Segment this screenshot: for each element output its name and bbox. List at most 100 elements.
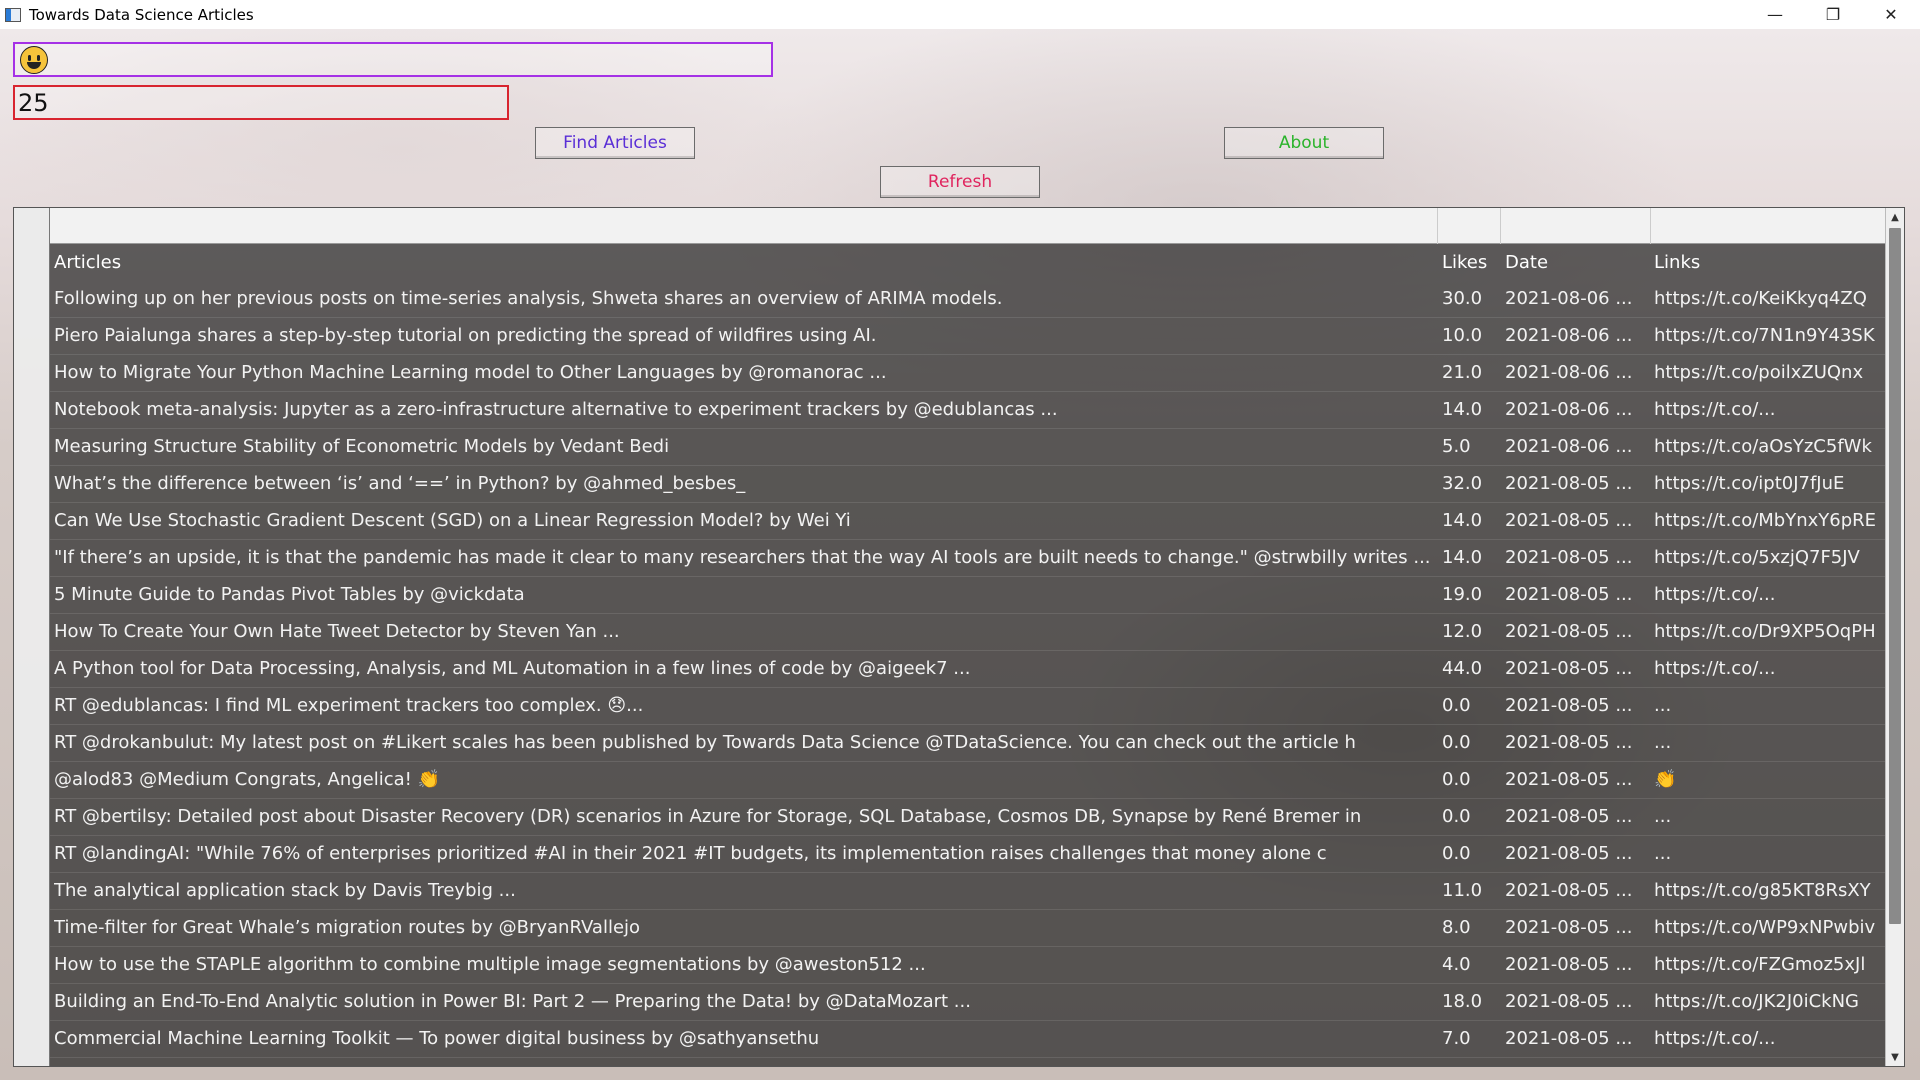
about-button[interactable]: About bbox=[1224, 127, 1384, 159]
link-cell[interactable]: https://t.co/... bbox=[1654, 658, 1882, 679]
article-cell[interactable]: Can We Use Stochastic Gradient Descent (… bbox=[54, 510, 1434, 531]
table-row[interactable]: How to Migrate Your Python Machine Learn… bbox=[50, 355, 1887, 392]
table-row[interactable]: Time-filter for Great Whale’s migration … bbox=[50, 910, 1887, 947]
column-header-articles[interactable]: Articles bbox=[54, 252, 1434, 273]
article-cell[interactable]: A Python tool for Data Processing, Analy… bbox=[54, 658, 1434, 679]
likes-cell[interactable]: 14.0 bbox=[1442, 547, 1500, 568]
table-row[interactable]: A Python tool for Data Processing, Analy… bbox=[50, 651, 1887, 688]
link-cell[interactable]: https://t.co/ipt0J7fJuE bbox=[1654, 473, 1882, 494]
table-row[interactable]: @alod83 @Medium Congrats, Angelica! 👏 0.0… bbox=[50, 762, 1887, 799]
table-row[interactable]: RT @landingAI: "While 76% of enterprises… bbox=[50, 836, 1887, 873]
article-cell[interactable]: How to use the STAPLE algorithm to combi… bbox=[54, 954, 1434, 975]
date-cell[interactable]: 2021-08-05 ... bbox=[1505, 584, 1645, 605]
link-cell[interactable]: https://t.co/... bbox=[1654, 584, 1882, 605]
date-cell[interactable]: 2021-08-05 ... bbox=[1505, 991, 1645, 1012]
date-cell[interactable]: 2021-08-06 ... bbox=[1505, 362, 1645, 383]
likes-cell[interactable]: 18.0 bbox=[1442, 991, 1500, 1012]
column-header-date[interactable]: Date bbox=[1505, 252, 1645, 273]
article-cell[interactable]: RT @drokanbulut: My latest post on #Like… bbox=[54, 732, 1434, 753]
link-cell[interactable]: ... bbox=[1654, 695, 1882, 716]
date-cell[interactable]: 2021-08-05 ... bbox=[1505, 658, 1645, 679]
scroll-up-arrow-icon[interactable]: ▲ bbox=[1886, 208, 1904, 226]
article-cell[interactable]: Following up on her previous posts on ti… bbox=[54, 288, 1434, 309]
date-cell[interactable]: 2021-08-05 ... bbox=[1505, 806, 1645, 827]
date-cell[interactable]: 2021-08-05 ... bbox=[1505, 547, 1645, 568]
link-cell[interactable]: https://t.co/WP9xNPwbiv bbox=[1654, 917, 1882, 938]
article-cell[interactable]: 5 Minute Guide to Pandas Pivot Tables by… bbox=[54, 584, 1434, 605]
likes-cell[interactable]: 11.0 bbox=[1442, 880, 1500, 901]
restore-button[interactable]: ❐ bbox=[1804, 0, 1862, 29]
likes-cell[interactable]: 0.0 bbox=[1442, 843, 1500, 864]
article-cell[interactable]: RT @bertilsy: Detailed post about Disast… bbox=[54, 806, 1434, 827]
scrollbar-thumb[interactable] bbox=[1889, 228, 1901, 924]
count-input[interactable]: 25 bbox=[13, 85, 509, 120]
likes-cell[interactable]: 12.0 bbox=[1442, 621, 1500, 642]
refresh-button[interactable]: Refresh bbox=[880, 166, 1040, 198]
table-row[interactable]: Commercial Machine Learning Toolkit — To… bbox=[50, 1021, 1887, 1058]
likes-cell[interactable]: 8.0 bbox=[1442, 917, 1500, 938]
link-cell[interactable]: https://t.co/JK2J0iCkNG bbox=[1654, 991, 1882, 1012]
article-cell[interactable]: Time-filter for Great Whale’s migration … bbox=[54, 917, 1434, 938]
table-row[interactable]: Following up on her previous posts on ti… bbox=[50, 281, 1887, 318]
table-row[interactable]: RT @drokanbulut: My latest post on #Like… bbox=[50, 725, 1887, 762]
link-cell[interactable]: https://t.co/KeiKkyq4ZQ bbox=[1654, 288, 1882, 309]
date-cell[interactable]: 2021-08-05 ... bbox=[1505, 510, 1645, 531]
article-cell[interactable]: Commercial Machine Learning Toolkit — To… bbox=[54, 1028, 1434, 1049]
link-cell[interactable]: https://t.co/... bbox=[1654, 399, 1882, 420]
date-cell[interactable]: 2021-08-05 ... bbox=[1505, 954, 1645, 975]
article-cell[interactable]: How To Create Your Own Hate Tweet Detect… bbox=[54, 621, 1434, 642]
date-cell[interactable]: 2021-08-05 ... bbox=[1505, 769, 1645, 790]
column-header-links[interactable]: Links bbox=[1654, 252, 1882, 273]
date-cell[interactable]: 2021-08-06 ... bbox=[1505, 436, 1645, 457]
likes-cell[interactable]: 21.0 bbox=[1442, 362, 1500, 383]
article-cell[interactable]: The analytical application stack by Davi… bbox=[54, 880, 1434, 901]
link-cell[interactable]: ... bbox=[1654, 732, 1882, 753]
article-cell[interactable]: @alod83 @Medium Congrats, Angelica! 👏 bbox=[54, 769, 1434, 790]
article-cell[interactable]: Piero Paialunga shares a step-by-step tu… bbox=[54, 325, 1434, 346]
likes-cell[interactable]: 0.0 bbox=[1442, 806, 1500, 827]
date-cell[interactable]: 2021-08-05 ... bbox=[1505, 917, 1645, 938]
table-row[interactable]: Can We Use Stochastic Gradient Descent (… bbox=[50, 503, 1887, 540]
table-row[interactable]: Measuring Structure Stability of Econome… bbox=[50, 429, 1887, 466]
link-cell[interactable]: https://t.co/7N1n9Y43SK bbox=[1654, 325, 1882, 346]
likes-cell[interactable]: 7.0 bbox=[1442, 1028, 1500, 1049]
likes-cell[interactable]: 32.0 bbox=[1442, 473, 1500, 494]
close-button[interactable]: ✕ bbox=[1862, 0, 1920, 29]
table-row[interactable]: Piero Paialunga shares a step-by-step tu… bbox=[50, 318, 1887, 355]
table-row[interactable]: Notebook meta-analysis: Jupyter as a zer… bbox=[50, 392, 1887, 429]
link-cell[interactable]: ... bbox=[1654, 843, 1882, 864]
date-cell[interactable]: 2021-08-05 ... bbox=[1505, 880, 1645, 901]
likes-cell[interactable]: 30.0 bbox=[1442, 288, 1500, 309]
link-cell[interactable]: https://t.co/MbYnxY6pRE bbox=[1654, 510, 1882, 531]
article-cell[interactable]: RT @landingAI: "While 76% of enterprises… bbox=[54, 843, 1434, 864]
article-cell[interactable]: How to Migrate Your Python Machine Learn… bbox=[54, 362, 1434, 383]
table-row[interactable]: The analytical application stack by Davi… bbox=[50, 873, 1887, 910]
date-cell[interactable]: 2021-08-06 ... bbox=[1505, 325, 1645, 346]
likes-cell[interactable]: 14.0 bbox=[1442, 399, 1500, 420]
date-cell[interactable]: 2021-08-05 ... bbox=[1505, 695, 1645, 716]
vertical-scrollbar[interactable]: ▲ ▼ bbox=[1885, 208, 1904, 1066]
scroll-down-arrow-icon[interactable]: ▼ bbox=[1886, 1048, 1904, 1066]
table-row[interactable]: RT @edublancas: I find ML experiment tra… bbox=[50, 688, 1887, 725]
table-row[interactable]: How to use the STAPLE algorithm to combi… bbox=[50, 947, 1887, 984]
table-row[interactable]: What’s the difference between ‘is’ and ‘… bbox=[50, 466, 1887, 503]
row-header-column[interactable] bbox=[14, 208, 50, 1066]
date-cell[interactable]: 2021-08-05 ... bbox=[1505, 473, 1645, 494]
likes-cell[interactable]: 0.0 bbox=[1442, 732, 1500, 753]
link-cell[interactable]: https://t.co/5xzjQ7F5JV bbox=[1654, 547, 1882, 568]
table-row[interactable]: Building an End-To-End Analytic solution… bbox=[50, 984, 1887, 1021]
column-header-likes[interactable]: Likes bbox=[1442, 252, 1500, 273]
likes-cell[interactable]: 5.0 bbox=[1442, 436, 1500, 457]
article-cell[interactable]: Notebook meta-analysis: Jupyter as a zer… bbox=[54, 399, 1434, 420]
likes-cell[interactable]: 44.0 bbox=[1442, 658, 1500, 679]
emoji-input[interactable] bbox=[13, 42, 773, 77]
date-cell[interactable]: 2021-08-05 ... bbox=[1505, 843, 1645, 864]
link-cell[interactable]: https://t.co/... bbox=[1654, 1028, 1882, 1049]
likes-cell[interactable]: 4.0 bbox=[1442, 954, 1500, 975]
likes-cell[interactable]: 0.0 bbox=[1442, 695, 1500, 716]
article-cell[interactable]: What’s the difference between ‘is’ and ‘… bbox=[54, 473, 1434, 494]
article-cell[interactable]: Measuring Structure Stability of Econome… bbox=[54, 436, 1434, 457]
articles-table[interactable]: Articles Likes Date Links Following up o… bbox=[13, 207, 1905, 1067]
find-articles-button[interactable]: Find Articles bbox=[535, 127, 695, 159]
table-row[interactable]: RT @bertilsy: Detailed post about Disast… bbox=[50, 799, 1887, 836]
